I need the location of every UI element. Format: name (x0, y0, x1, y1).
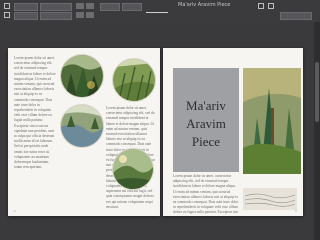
vertical-scrollbar[interactable] (314, 22, 320, 240)
zoom-icon[interactable] (258, 3, 264, 9)
flip-vertical-button[interactable] (86, 3, 94, 9)
shear-button[interactable] (86, 12, 94, 18)
stroke-weight-icon[interactable] (146, 12, 168, 13)
river-painting-image[interactable] (60, 104, 104, 148)
sketch-drawing-image[interactable] (243, 188, 297, 210)
title-block[interactable]: Ma'ariv Aravim Piece (173, 68, 239, 172)
left-page-number: 2 (14, 209, 16, 213)
title-line-1: Ma'ariv (186, 98, 226, 113)
hills-painting-image[interactable] (112, 148, 154, 190)
tall-tree-painting-image[interactable] (243, 68, 301, 174)
flip-horizontal-button[interactable] (76, 3, 84, 9)
height-field[interactable] (40, 12, 72, 20)
fill-swatch[interactable] (100, 3, 120, 11)
scrollbar-thumb[interactable] (315, 62, 319, 122)
text-column-3[interactable]: Lorem ipsum dolor sit amet, consectetur … (173, 174, 239, 214)
right-page-number: 3 (295, 209, 297, 213)
opacity-field[interactable] (280, 12, 312, 20)
control-toolbar: Ma'ariv Aravim Piece (0, 0, 320, 23)
grass-painting-image[interactable] (112, 58, 156, 102)
left-page[interactable]: Lorem ipsum dolor sit amet, consectetur … (8, 48, 160, 216)
stroke-swatch[interactable] (122, 3, 142, 11)
right-page[interactable]: Ma'ariv Aravim Piece Lorem ipsum dolor s… (163, 48, 303, 216)
rotate-button[interactable] (76, 12, 84, 18)
x-position-field[interactable] (14, 3, 38, 11)
frame-tool-icon[interactable] (4, 12, 10, 18)
document-canvas[interactable]: Lorem ipsum dolor sit amet, consectetur … (0, 22, 320, 240)
forest-painting-image[interactable] (60, 54, 104, 98)
width-field[interactable] (40, 3, 72, 11)
y-position-field[interactable] (14, 12, 38, 20)
window-title: Ma'ariv Aravim Piece (178, 2, 231, 8)
selection-tool-icon[interactable] (4, 3, 10, 9)
text-column-1[interactable]: Lorem ipsum dolor sit amet, consectetur … (14, 56, 56, 208)
title-line-2: Aravim (186, 116, 226, 131)
title-line-3: Piece (191, 134, 221, 149)
preview-icon[interactable] (268, 3, 274, 9)
